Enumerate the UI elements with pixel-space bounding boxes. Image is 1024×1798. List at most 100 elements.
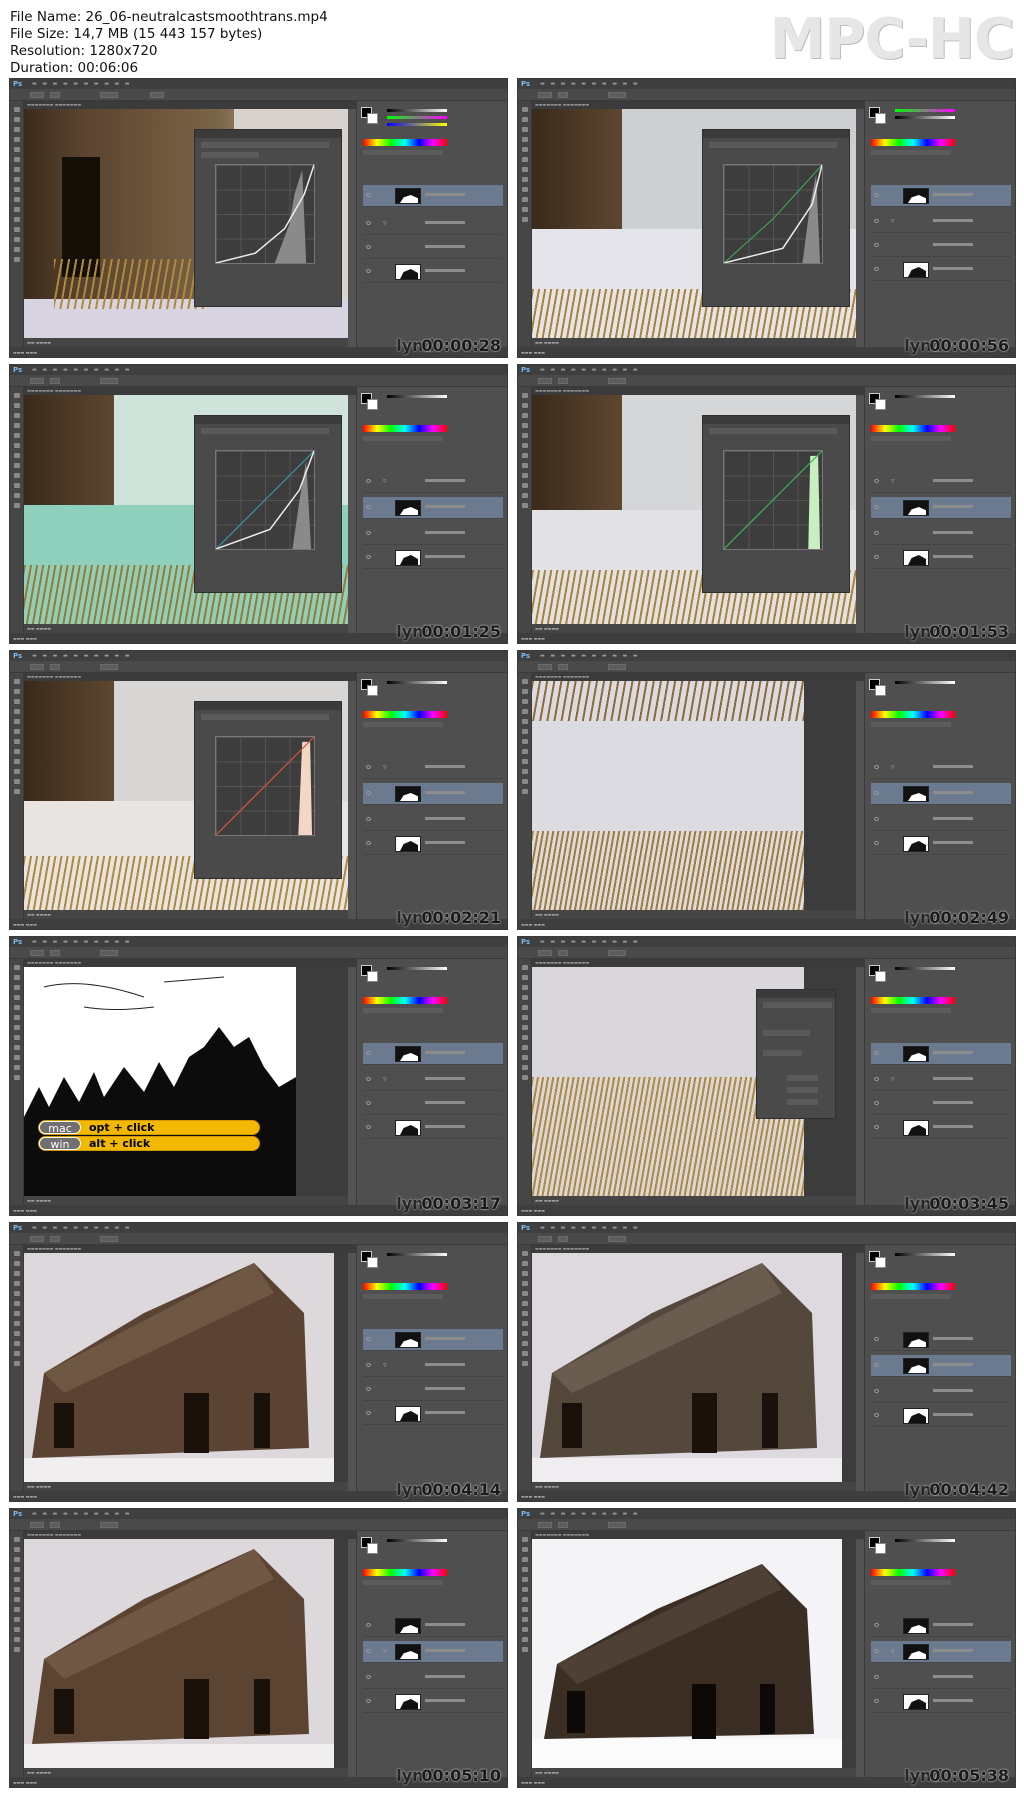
eye-icon[interactable] [874,1125,879,1129]
layer-row[interactable] [871,809,1011,831]
properties-panel[interactable] [194,129,342,307]
layer-thumbnail[interactable] [395,1694,421,1710]
layer-row[interactable] [871,547,1011,569]
layer-row[interactable] [871,1405,1011,1427]
thumbnail-frame[interactable]: Ps▬ ▬ ▬ ▬ ▬ ▬ ▬ ▬ ▬ ▬ ▬▬▬▬▬▬▬ ▬▬▬▬▬▬▬ ▿ [517,1508,1016,1788]
layer-row[interactable] [363,1403,503,1425]
eye-icon[interactable] [874,1649,879,1653]
eye-icon[interactable] [874,505,879,509]
layer-mask-thumbnail[interactable] [903,188,929,204]
curves-graph[interactable] [723,450,823,550]
layer-row[interactable] [363,1379,503,1401]
layer-mask-thumbnail[interactable] [903,500,929,516]
eye-icon[interactable] [874,193,879,197]
layer-row[interactable]: ▿ [871,1069,1011,1091]
eye-icon[interactable] [874,479,879,483]
layer-row[interactable] [871,1093,1011,1115]
layer-row[interactable] [871,235,1011,257]
eye-icon[interactable] [366,193,371,197]
layer-row[interactable] [363,1615,503,1637]
layer-row[interactable] [363,547,503,569]
eye-icon[interactable] [366,505,371,509]
layer-row[interactable] [363,783,503,805]
eye-icon[interactable] [366,1363,371,1367]
thumbnail-frame[interactable]: Ps▬ ▬ ▬ ▬ ▬ ▬ ▬ ▬ ▬ ▬ ▬▬▬▬▬▬▬ ▬▬▬▬▬▬▬ ▿ [9,1222,508,1502]
eye-icon[interactable] [366,1077,371,1081]
layer-thumbnail[interactable] [395,1406,421,1422]
eye-icon[interactable] [874,555,879,559]
layer-mask-thumbnail[interactable] [903,1358,929,1374]
eye-icon[interactable] [366,221,371,225]
layer-row[interactable] [363,1691,503,1713]
layer-mask-thumbnail[interactable] [395,1046,421,1062]
layer-row[interactable] [871,1615,1011,1637]
layer-row[interactable]: ▿ [871,757,1011,779]
eye-icon[interactable] [366,1051,371,1055]
curves-graph[interactable] [215,450,315,550]
thumbnail-frame[interactable]: Ps▬ ▬ ▬ ▬ ▬ ▬ ▬ ▬ ▬ ▬ ▬▬▬▬▬▬▬ ▬▬▬▬▬▬▬ ▿ [9,650,508,930]
eye-icon[interactable] [366,269,371,273]
eye-icon[interactable] [874,1101,879,1105]
thumbnail-frame[interactable]: Ps▬ ▬ ▬ ▬ ▬ ▬ ▬ ▬ ▬ ▬ ▬▬▬▬▬▬▬ ▬▬▬▬▬▬▬ ▿ [517,364,1016,644]
eye-icon[interactable] [366,817,371,821]
layer-row[interactable]: ▿ [363,757,503,779]
layer-mask-thumbnail[interactable] [903,1644,929,1660]
layer-row[interactable] [871,833,1011,855]
layer-thumbnail[interactable] [903,1694,929,1710]
layer-mask-thumbnail[interactable] [395,500,421,516]
eye-icon[interactable] [366,555,371,559]
layer-mask-thumbnail[interactable] [395,786,421,802]
layer-row[interactable] [363,1667,503,1689]
layer-row[interactable] [363,185,503,207]
eye-icon[interactable] [366,841,371,845]
layer-thumbnail[interactable] [395,1120,421,1136]
eye-icon[interactable] [874,219,879,223]
eye-icon[interactable] [874,817,879,821]
curves-graph[interactable] [215,736,315,836]
layer-row[interactable] [363,1093,503,1115]
layer-row[interactable] [363,1329,503,1351]
eye-icon[interactable] [874,1077,879,1081]
layer-thumbnail[interactable] [395,836,421,852]
layer-row[interactable] [871,1667,1011,1689]
layer-thumbnail[interactable] [395,264,421,280]
layer-mask-thumbnail[interactable] [395,1618,421,1634]
properties-panel[interactable] [194,701,342,879]
layer-row[interactable]: ▿ [363,213,503,235]
eye-icon[interactable] [366,1101,371,1105]
layer-row[interactable] [871,523,1011,545]
layer-row[interactable] [363,237,503,259]
layer-row[interactable] [363,1043,503,1065]
thumbnail-frame[interactable]: Ps ▬ ▬ ▬ ▬ ▬ ▬ ▬ ▬ ▬ ▬ ▬▬▬▬▬▬▬ ▬▬▬▬▬▬▬ [9,78,508,358]
eye-icon[interactable] [366,531,371,535]
eye-icon[interactable] [366,1411,371,1415]
thumbnail-frame[interactable]: Ps▬ ▬ ▬ ▬ ▬ ▬ ▬ ▬ ▬ ▬ ▬▬▬▬▬▬▬ ▬▬▬▬▬▬▬ ▿ [517,936,1016,1216]
curves-graph[interactable] [215,164,315,264]
eye-icon[interactable] [874,1051,879,1055]
layer-mask-thumbnail[interactable] [903,1046,929,1062]
eye-icon[interactable] [874,1675,879,1679]
eye-icon[interactable] [874,267,879,271]
color-spectrum[interactable] [363,139,447,146]
eye-icon[interactable] [874,1337,879,1341]
eye-icon[interactable] [874,765,879,769]
eye-icon[interactable] [366,1125,371,1129]
layer-row[interactable] [363,1117,503,1139]
properties-panel[interactable] [756,989,836,1119]
layer-mask-thumbnail[interactable] [903,786,929,802]
layer-row[interactable]: ▿ [363,1641,503,1663]
layer-thumbnail[interactable] [903,1408,929,1424]
layer-row[interactable] [871,259,1011,281]
properties-panel[interactable] [194,415,342,593]
layer-row[interactable] [871,1117,1011,1139]
layer-mask-thumbnail[interactable] [395,1644,421,1660]
thumbnail-frame[interactable]: Ps ▬ ▬ ▬ ▬ ▬ ▬ ▬ ▬ ▬ ▬ ▬▬▬▬▬▬▬ ▬▬▬▬▬▬▬ ma… [9,936,508,1216]
eye-icon[interactable] [874,1413,879,1417]
eye-icon[interactable] [874,1389,879,1393]
layer-row[interactable]: ▿ [871,211,1011,233]
eye-icon[interactable] [874,1699,879,1703]
layer-thumbnail[interactable] [395,550,421,566]
layer-mask-thumbnail[interactable] [903,1332,929,1348]
thumbnail-frame[interactable]: Ps▬ ▬ ▬ ▬ ▬ ▬ ▬ ▬ ▬ ▬ ▬▬▬▬▬▬▬ ▬▬▬▬▬▬▬ ▿ [9,1508,508,1788]
eye-icon[interactable] [366,245,371,249]
